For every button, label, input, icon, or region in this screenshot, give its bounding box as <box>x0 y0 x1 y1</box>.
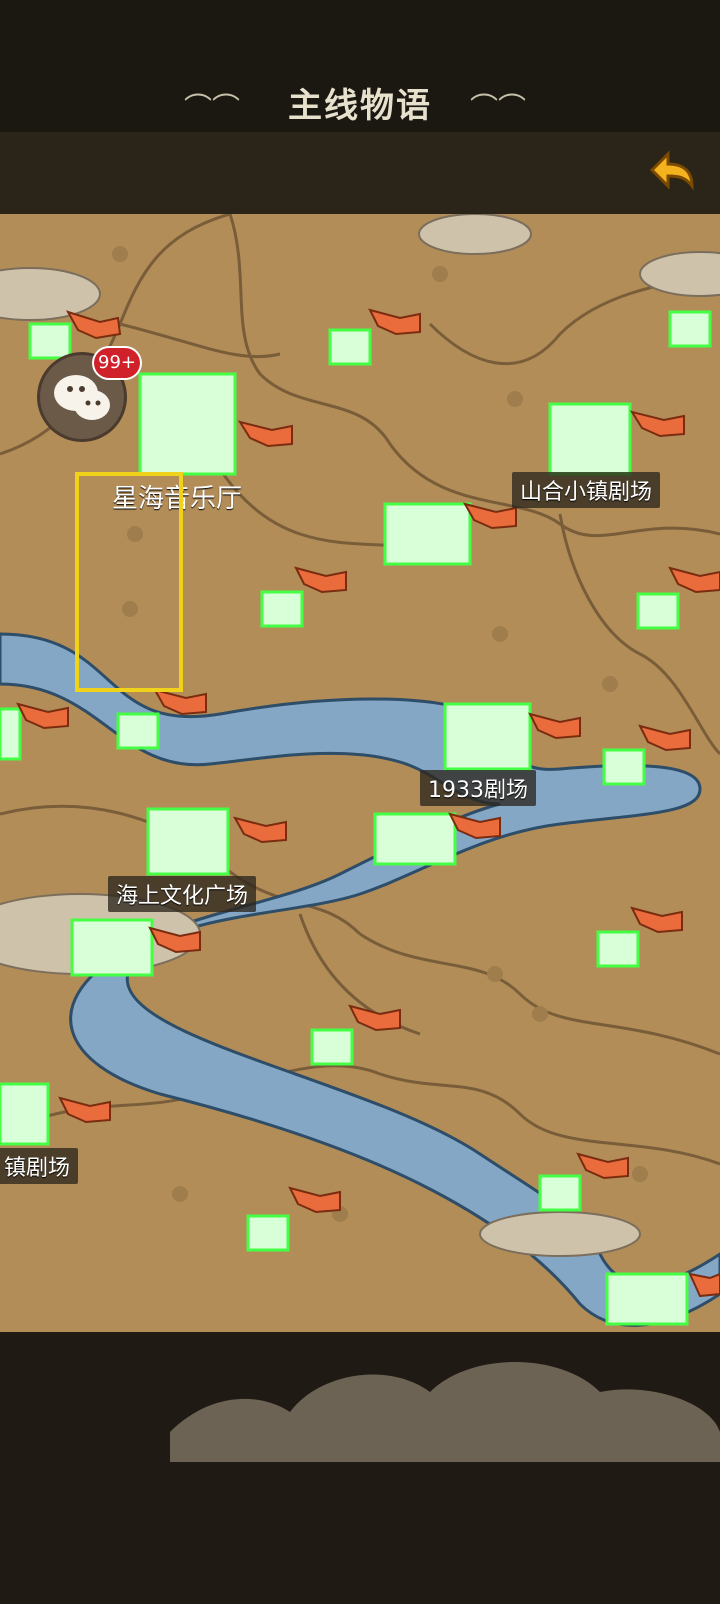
top-header: ⌒⌒ 主线物语 ⌒⌒ <box>0 0 720 132</box>
return-arrow-icon <box>649 150 694 191</box>
venue-label-1933-theater[interactable]: 1933剧场 <box>420 770 536 806</box>
title-ornament-right-icon: ⌒⌒ <box>470 91 527 124</box>
back-button[interactable] <box>640 140 702 202</box>
venue-label-shanhe-theater[interactable]: 山合小镇剧场 <box>512 472 661 508</box>
page-title: 主线物语 <box>288 86 432 126</box>
bottom-area <box>0 1332 720 1600</box>
highlight-box <box>75 472 183 692</box>
wechat-unread-badge: 99+ <box>94 348 140 378</box>
venue-label-shanghai-culture-square[interactable]: 海上文化广场 <box>108 876 257 912</box>
bottom-cloud-icon <box>170 1362 720 1462</box>
top-band <box>0 132 720 214</box>
venue-label-town-theater[interactable]: 镇剧场 <box>0 1148 79 1184</box>
